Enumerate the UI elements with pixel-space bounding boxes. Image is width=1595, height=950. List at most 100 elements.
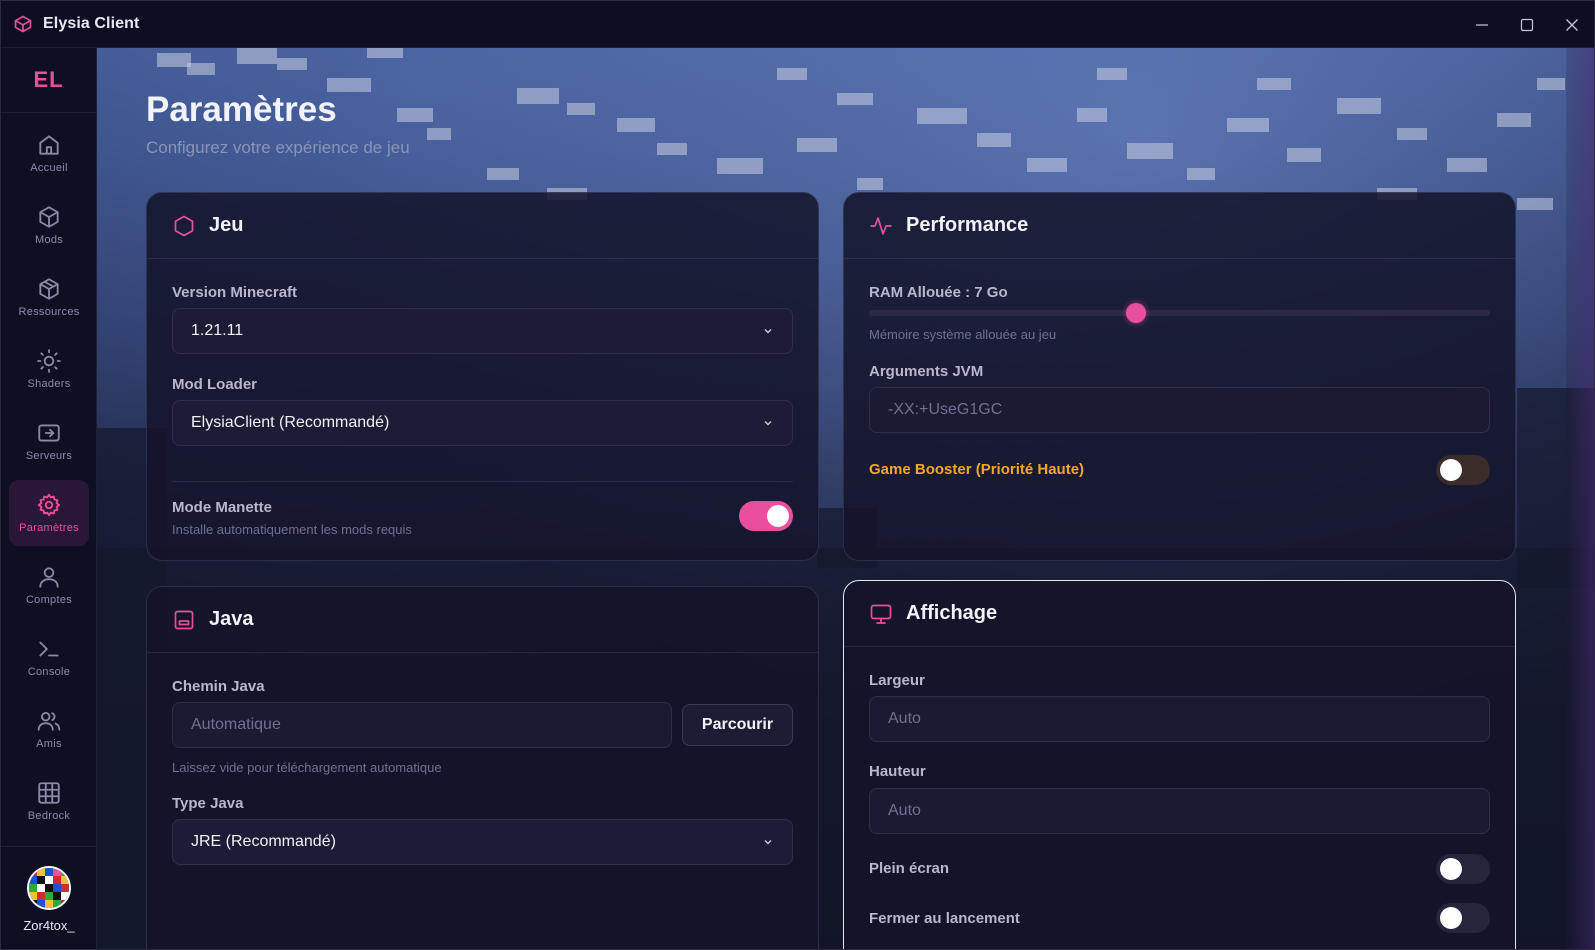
ram-slider-thumb[interactable] — [1126, 303, 1147, 323]
close-button[interactable] — [1549, 1, 1594, 48]
avatar[interactable] — [27, 865, 71, 910]
maximize-icon — [1520, 18, 1533, 31]
main-content: Paramètres Configurez votre expérience d… — [97, 48, 1594, 949]
game-card: Jeu Version Minecraft 1.21.11 Mod Loader… — [146, 192, 819, 561]
grid-icon — [38, 782, 60, 804]
controller-toggle[interactable] — [739, 501, 793, 531]
java-type-select-value: JRE (Recommandé) — [191, 833, 336, 850]
width-input[interactable]: Auto — [869, 696, 1490, 742]
terminal-icon — [39, 641, 59, 657]
users-icon — [37, 711, 61, 731]
java-type-select[interactable]: JRE (Recommandé) — [172, 819, 793, 865]
browse-button[interactable]: Parcourir — [682, 704, 793, 746]
sidebar-item-label: Mods — [34, 234, 64, 246]
sidebar-item-label: Ressources — [18, 306, 80, 318]
sidebar-item-serveurs[interactable]: Serveurs — [9, 408, 89, 474]
minimize-button[interactable] — [1459, 1, 1504, 48]
java-card-title: Java — [209, 608, 254, 630]
window-controls — [1459, 1, 1594, 48]
sidebar-item-accueil[interactable]: Accueil — [9, 120, 89, 186]
close-on-launch-label: Fermer au lancement — [869, 910, 1020, 927]
toggle-knob — [1440, 907, 1462, 929]
hexagon-icon — [174, 215, 194, 236]
ram-help: Mémoire système allouée au jeu — [869, 327, 1057, 342]
chevron-down-icon — [764, 420, 772, 426]
java-path-help: Laissez vide pour téléchargement automat… — [172, 760, 442, 775]
sidebar-item-label: Bedrock — [27, 810, 71, 822]
booster-label: Game Booster (Priorité Haute) — [869, 461, 1085, 478]
page-subtitle: Configurez votre expérience de jeu — [146, 138, 410, 157]
maximize-button[interactable] — [1504, 1, 1549, 48]
home-icon — [39, 135, 59, 155]
sidebar-item-label: Console — [27, 666, 71, 678]
title-bar: Elysia Client — [1, 1, 1594, 48]
background-edge — [1566, 48, 1594, 949]
page-title: Paramètres — [146, 90, 337, 129]
gear-icon — [37, 493, 61, 517]
sidebar-item-bedrock[interactable]: Bedrock — [9, 768, 89, 834]
account-area[interactable]: Zor4tox_ — [1, 846, 97, 949]
version-select-value: 1.21.11 — [191, 322, 244, 339]
toggle-knob — [1440, 459, 1462, 481]
controller-help: Installe automatiquement les mods requis — [172, 522, 412, 537]
sidebar-item-mods[interactable]: Mods — [9, 192, 89, 258]
chevron-down-icon — [764, 328, 772, 334]
sidebar-item-console[interactable]: Console — [9, 624, 89, 690]
loader-select[interactable]: ElysiaClient (Recommandé) — [172, 400, 793, 446]
fullscreen-label: Plein écran — [869, 860, 950, 877]
java-icon — [174, 610, 194, 629]
app-logo-icon — [12, 13, 34, 35]
sidebar-item-parametres[interactable]: Paramètres — [9, 480, 89, 546]
display-card-title: Affichage — [906, 602, 998, 624]
sidebar-item-ressources[interactable]: Ressources — [9, 264, 89, 330]
sidebar-item-label: Accueil — [30, 162, 68, 174]
sidebar-item-comptes[interactable]: Comptes — [9, 552, 89, 618]
chevron-down-icon — [764, 839, 772, 845]
app-title: Elysia Client — [43, 15, 140, 32]
height-label: Hauteur — [869, 763, 926, 780]
sidebar-item-amis[interactable]: Amis — [9, 696, 89, 762]
java-card: Java Chemin Java Automatique Parcourir L… — [146, 586, 819, 949]
display-card: Affichage Largeur Auto Hauteur Auto Plei… — [843, 580, 1516, 949]
toggle-knob — [767, 505, 789, 527]
display-card-header: Affichage — [844, 581, 1515, 647]
sidebar-item-label: Paramètres — [19, 522, 79, 534]
height-input[interactable]: Auto — [869, 788, 1490, 834]
fullscreen-toggle[interactable] — [1436, 854, 1490, 884]
sidebar-item-label: Shaders — [27, 378, 71, 390]
ram-label: RAM Allouée : 7 Go — [869, 284, 1008, 301]
game-card-title: Jeu — [209, 214, 244, 236]
sidebar-item-label: Amis — [36, 738, 62, 750]
username: Zor4tox_ — [23, 917, 75, 933]
java-card-header: Java — [147, 587, 818, 653]
sidebar-item-shaders[interactable]: Shaders — [9, 336, 89, 402]
booster-toggle[interactable] — [1436, 455, 1490, 485]
monitor-icon — [870, 604, 892, 624]
brand: EL — [1, 48, 96, 113]
sidebar-item-label: Comptes — [25, 594, 73, 606]
performance-card-title: Performance — [906, 214, 1029, 236]
brand-logo: EL — [33, 67, 64, 92]
java-path-label: Chemin Java — [172, 678, 265, 695]
cube-icon — [39, 206, 59, 228]
sidebar-nav: Accueil Mods Ressources Shaders Serveurs… — [1, 120, 97, 840]
close-on-launch-toggle[interactable] — [1436, 903, 1490, 933]
jvm-label: Arguments JVM — [869, 363, 984, 380]
box-icon — [39, 278, 59, 300]
sidebar: EL Accueil Mods Ressources Shaders Serve… — [1, 48, 97, 949]
toggle-knob — [1440, 858, 1462, 880]
activity-icon — [870, 216, 892, 235]
loader-select-value: ElysiaClient (Recommandé) — [191, 414, 390, 431]
minimize-icon — [1475, 23, 1488, 26]
loader-label: Mod Loader — [172, 376, 257, 393]
java-path-input[interactable]: Automatique — [172, 702, 672, 748]
user-icon — [39, 567, 59, 588]
sidebar-item-label: Serveurs — [25, 450, 73, 462]
width-label: Largeur — [869, 672, 925, 689]
performance-card-header: Performance — [844, 193, 1515, 259]
ram-slider-track[interactable] — [869, 310, 1490, 316]
version-select[interactable]: 1.21.11 — [172, 308, 793, 354]
jvm-input[interactable]: -XX:+UseG1GC — [869, 387, 1490, 433]
version-label: Version Minecraft — [172, 284, 298, 301]
height-placeholder: Auto — [888, 802, 921, 819]
